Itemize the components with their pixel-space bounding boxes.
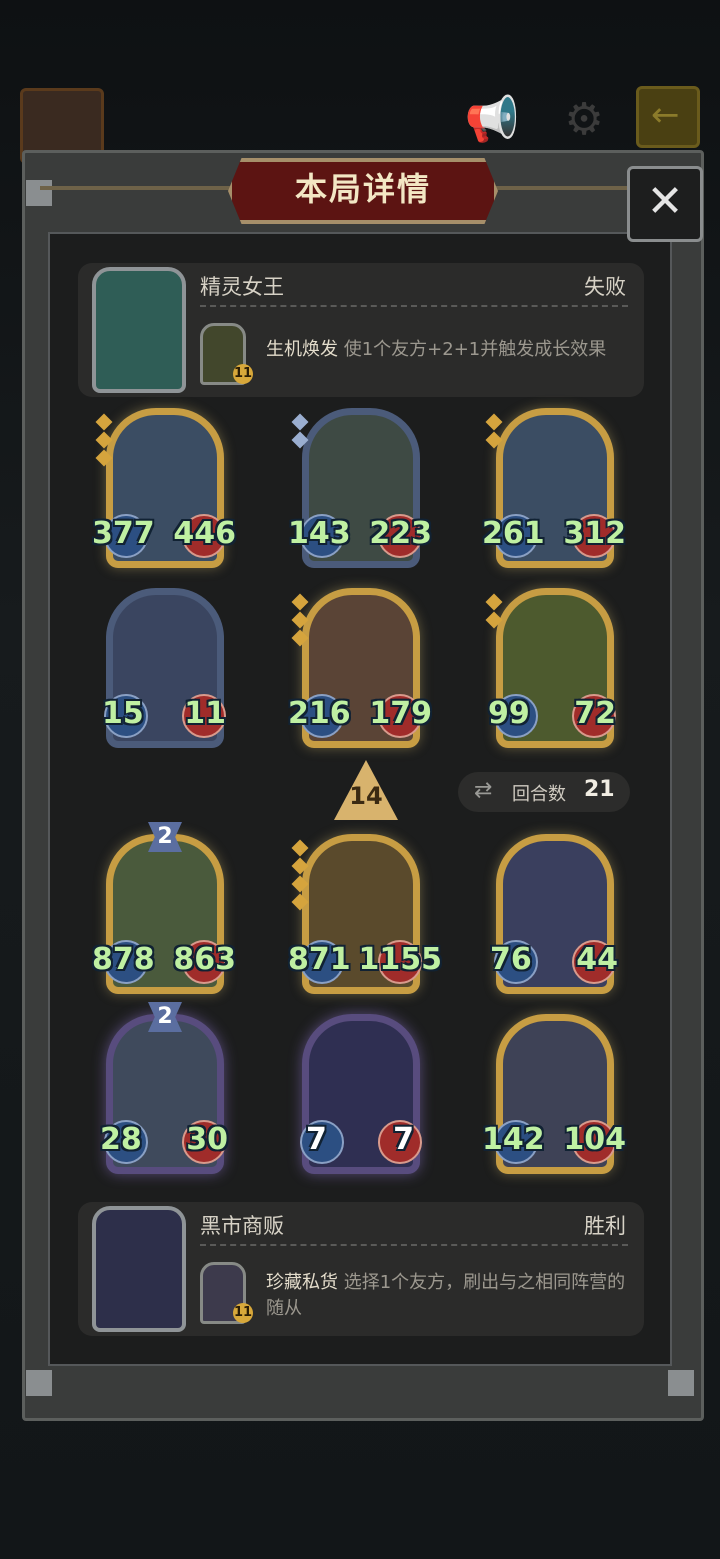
divider xyxy=(200,1244,628,1246)
close-icon: ✕ xyxy=(646,176,684,227)
corner-ornament xyxy=(26,180,52,206)
player-hero-name: 黑市商贩 xyxy=(200,1214,284,1238)
unit-attack: 28 xyxy=(100,1122,142,1157)
unit-health: 1155 xyxy=(358,942,443,977)
opponent-unit-1[interactable]: 377 446 xyxy=(92,408,236,568)
star-rank xyxy=(485,413,503,452)
opponent-unit-5[interactable]: 216 179 xyxy=(288,588,432,748)
skill-level-badge: 11 xyxy=(233,1303,253,1323)
refresh-icon: ⇄ xyxy=(474,778,493,803)
opponent-hero-portrait xyxy=(92,267,186,393)
unit-health: 312 xyxy=(563,516,626,551)
unit-health: 863 xyxy=(173,942,236,977)
unit-attack: 871 xyxy=(288,942,351,977)
unit-health: 179 xyxy=(369,696,432,731)
player-unit-5[interactable]: 7 7 xyxy=(300,1014,422,1174)
unit-attack: 216 xyxy=(288,696,351,731)
title-rule-right xyxy=(488,186,628,190)
star-rank xyxy=(95,413,113,470)
hero-skill-icon[interactable]: 11 xyxy=(200,1262,253,1324)
round-label: 回合数 xyxy=(512,784,566,805)
unit-attack: 76 xyxy=(490,942,532,977)
unit-attack: 15 xyxy=(102,696,144,731)
unit-health: 446 xyxy=(173,516,236,551)
unit-attack: 99 xyxy=(488,696,530,731)
player-hero-card: 黑市商贩 胜利 11 珍藏私货 选择1个友方，刷出与之相同阵营的随从 xyxy=(78,1202,644,1336)
divider xyxy=(200,305,628,307)
skill-description: 使1个友方+2+1并触发成长效果 xyxy=(343,339,607,360)
unit-attack: 143 xyxy=(288,516,351,551)
opponent-unit-6[interactable]: 99 72 xyxy=(485,588,616,748)
opponent-hero-name: 精灵女王 xyxy=(200,275,284,299)
opponent-unit-3[interactable]: 261 312 xyxy=(482,408,626,568)
dialog-title: 本局详情 xyxy=(294,170,431,208)
player-hero-portrait xyxy=(92,1206,186,1332)
unit-health: 30 xyxy=(186,1122,228,1157)
player-unit-1[interactable]: 2 878 863 xyxy=(92,822,236,994)
hero-skill-icon[interactable]: 11 xyxy=(200,323,253,385)
unit-health: 7 xyxy=(393,1122,414,1157)
unit-health: 72 xyxy=(574,696,616,731)
skill-name: 生机焕发 xyxy=(266,339,338,360)
unit-health: 223 xyxy=(369,516,432,551)
unit-attack: 261 xyxy=(482,516,545,551)
opponent-skill-text: 生机焕发 使1个友方+2+1并触发成长效果 xyxy=(266,337,636,363)
opponent-result: 失败 xyxy=(584,275,626,299)
opponent-unit-2[interactable]: 143 223 xyxy=(288,408,432,568)
opponent-unit-4[interactable]: 15 11 xyxy=(102,588,226,748)
star-rank xyxy=(485,593,503,632)
player-unit-4[interactable]: 2 28 30 xyxy=(100,1002,228,1174)
player-unit-3[interactable]: 76 44 xyxy=(490,834,618,994)
opponent-hero-card: 精灵女王 失败 11 生机焕发 使1个友方+2+1并触发成长效果 xyxy=(78,263,644,397)
player-skill-text: 珍藏私货 选择1个友方，刷出与之相同阵营的随从 xyxy=(266,1270,636,1322)
round-value: 21 xyxy=(584,777,615,802)
player-result: 胜利 xyxy=(584,1214,626,1238)
unit-health: 11 xyxy=(184,696,226,731)
unit-attack: 142 xyxy=(482,1122,545,1157)
unit-health: 44 xyxy=(576,942,618,977)
player-unit-6[interactable]: 142 104 xyxy=(482,1014,626,1174)
unit-attack: 7 xyxy=(306,1122,327,1157)
star-rank xyxy=(291,593,309,650)
corner-ornament xyxy=(26,1370,52,1396)
title-rule-left xyxy=(40,186,230,190)
corner-ornament xyxy=(668,1370,694,1396)
megaphone-icon[interactable]: 📢 xyxy=(464,92,520,148)
star-rank xyxy=(291,413,309,452)
unit-attack: 377 xyxy=(92,516,155,551)
skill-level-badge: 11 xyxy=(233,364,253,384)
unit-attack: 878 xyxy=(92,942,155,977)
round-counter: ⇄ 回合数 21 xyxy=(458,772,630,812)
star-rank xyxy=(291,839,309,914)
unit-health: 104 xyxy=(563,1122,626,1157)
exit-button[interactable] xyxy=(636,86,700,148)
close-button[interactable]: ✕ xyxy=(627,166,703,242)
gear-icon[interactable]: ⚙ xyxy=(556,92,612,148)
player-unit-2[interactable]: 871 1155 xyxy=(288,834,442,994)
skill-name: 珍藏私货 xyxy=(266,1272,338,1293)
